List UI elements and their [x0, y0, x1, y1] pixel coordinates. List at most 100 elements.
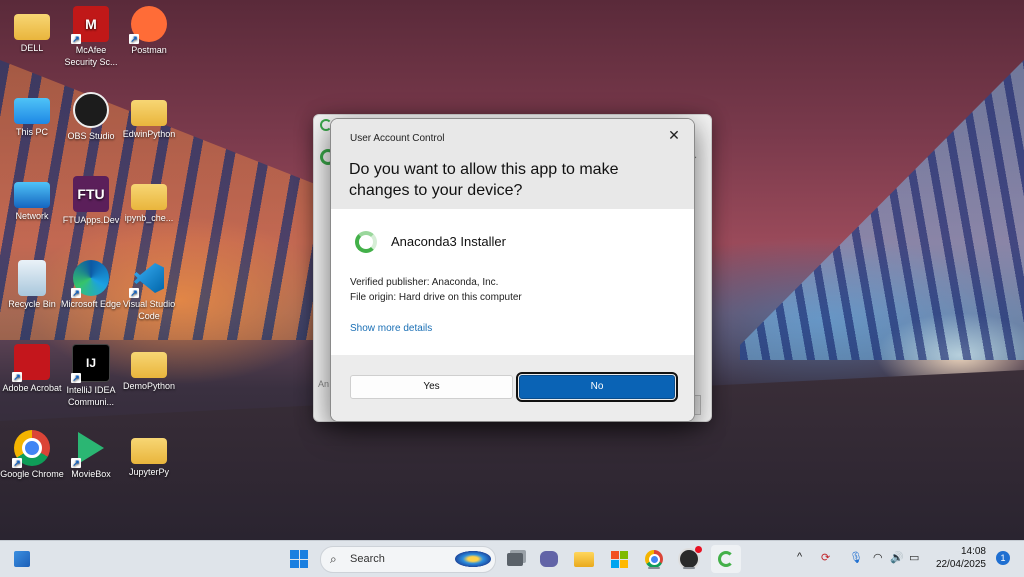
chrome-taskbar-button[interactable] [642, 547, 666, 571]
search-placeholder: Search [350, 553, 385, 565]
search-icon: ⌕ [330, 552, 337, 566]
widgets-button[interactable] [10, 547, 34, 571]
intellij-glyph: IJ [85, 356, 96, 370]
desktop-icon-this-pc[interactable]: This PC [0, 92, 64, 138]
shortcut-arrow-icon: ↗ [129, 288, 139, 298]
anaconda-taskbar-button[interactable] [711, 545, 741, 573]
file-explorer-button[interactable] [572, 547, 596, 571]
taskbar-search[interactable]: ⌕ Search [320, 546, 496, 573]
uac-question: Do you want to allow this app to make ch… [349, 161, 619, 199]
close-icon[interactable]: ✕ [664, 125, 684, 145]
desktop-icon-vscode[interactable]: ↗ Visual Studio Code [117, 260, 181, 322]
desktop-icon-label: EdwinPython [122, 129, 176, 139]
desktop-icon-ftuapps[interactable]: FTU FTUApps.Dev [59, 176, 123, 226]
uac-title: User Account Control [350, 133, 445, 144]
desktop-icon-obs-studio[interactable]: OBS Studio [59, 92, 123, 142]
desktop-icon-label: Visual Studio Code [122, 299, 176, 321]
widgets-icon [14, 551, 30, 567]
folder-icon [14, 14, 50, 40]
desktop-icon-label: DemoPython [122, 381, 176, 391]
chevron-up-icon[interactable]: ^ [797, 551, 802, 563]
desktop-icon-label: JupyterPy [128, 467, 170, 477]
microsoft-store-button[interactable] [607, 547, 631, 571]
desktop-icon-google-chrome[interactable]: ↗ Google Chrome [0, 430, 64, 480]
shortcut-arrow-icon: ↗ [129, 34, 139, 44]
anaconda-icon [718, 551, 734, 567]
microphone-icon[interactable]: 🎙 [849, 551, 863, 564]
sync-icon[interactable]: ⟳ [821, 551, 830, 564]
desktop-icon-label: Google Chrome [0, 469, 64, 479]
desktop-icon-edwinpython[interactable]: EdwinPython [117, 92, 181, 140]
show-more-details-link[interactable]: Show more details [350, 323, 432, 334]
running-indicator [683, 567, 695, 569]
desktop-icon-microsoft-edge[interactable]: ↗ Microsoft Edge [59, 260, 123, 310]
desktop-icon-label: OBS Studio [67, 131, 115, 141]
shortcut-arrow-icon: ↗ [71, 373, 81, 383]
desktop-icon-postman[interactable]: ↗ Postman [117, 6, 181, 56]
desktop-icon-network[interactable]: Network [0, 176, 64, 222]
obs-taskbar-button[interactable] [677, 546, 702, 571]
desktop-icon-ipynb[interactable]: ipynb_che... [117, 176, 181, 224]
shortcut-arrow-icon: ↗ [12, 458, 22, 468]
vscode-icon: ↗ [129, 260, 167, 298]
folder-icon [131, 100, 167, 126]
folder-icon [131, 352, 167, 378]
desktop-icon-label: IntelliJ IDEA Communi... [66, 385, 116, 407]
ftu-glyph: FTU [77, 186, 105, 202]
desktop-icon-jupyterpy[interactable]: JupyterPy [117, 430, 181, 478]
store-icon [610, 550, 628, 568]
anaconda-logo-icon [355, 231, 377, 253]
uac-dialog: User Account Control ✕ Do you want to al… [330, 118, 695, 422]
verified-publisher: Verified publisher: Anaconda, Inc. [350, 277, 499, 288]
search-highlight-icon [455, 551, 491, 567]
monitor-icon [14, 98, 50, 124]
shortcut-arrow-icon: ↗ [12, 372, 22, 382]
desktop-icon-label: Microsoft Edge [60, 299, 122, 309]
desktop-icon-intellij[interactable]: IJ ↗ IntelliJ IDEA Communi... [59, 344, 123, 408]
volume-icon[interactable]: 🔊 [890, 551, 904, 564]
battery-icon[interactable]: ▭ [909, 551, 919, 564]
desktop-icon-label: This PC [15, 127, 48, 137]
acrobat-icon: ↗ [12, 344, 50, 382]
desktop-icon-label: FTUApps.Dev [62, 215, 120, 225]
chrome-center-icon [22, 438, 42, 458]
folder-icon [131, 184, 167, 210]
desktop-icon-label: Adobe Acrobat [2, 383, 62, 393]
uac-header: User Account Control ✕ Do you want to al… [331, 119, 694, 209]
mcafee-icon: M ↗ [71, 6, 109, 44]
moviebox-icon: ↗ [71, 430, 109, 468]
windows-logo-icon [290, 550, 308, 568]
task-view-icon [507, 552, 523, 566]
desktop-icon-moviebox[interactable]: ↗ MovieBox [59, 430, 123, 480]
yes-button[interactable]: Yes [350, 375, 513, 399]
teams-chat-button[interactable] [537, 547, 561, 571]
desktop-icon-dell[interactable]: DELL [0, 6, 64, 54]
taskbar: ⌕ Search ^ ⟳ 🎙 ◠ 🔊 ▭ 14:08 22/04/2025 1 [0, 540, 1024, 577]
desktop-icon-recycle-bin[interactable]: Recycle Bin [0, 260, 64, 310]
wifi-icon[interactable]: ◠ [873, 551, 883, 564]
obs-icon [73, 92, 109, 128]
chrome-icon: ↗ [12, 430, 50, 468]
folder-icon [574, 551, 594, 567]
uac-footer: Yes No [331, 355, 694, 421]
desktop-icon-mcafee[interactable]: M ↗ McAfee Security Sc... [59, 6, 123, 68]
app-name: Anaconda3 Installer [391, 234, 506, 249]
play-triangle-icon [78, 432, 104, 464]
desktop-icon-label: DELL [20, 43, 44, 53]
postman-icon: ↗ [129, 6, 167, 44]
clock[interactable]: 14:08 22/04/2025 [936, 545, 986, 571]
desktop-icon-label: MovieBox [71, 469, 111, 479]
start-button[interactable] [287, 547, 311, 571]
no-button[interactable]: No [516, 372, 678, 402]
chrome-icon [645, 550, 663, 568]
desktop-icon-label: McAfee Security Sc... [64, 45, 118, 67]
running-indicator [648, 567, 660, 569]
task-view-button[interactable] [503, 547, 527, 571]
shortcut-arrow-icon: ↗ [71, 288, 81, 298]
notification-badge[interactable]: 1 [996, 551, 1010, 565]
desktop-icon-demopython[interactable]: DemoPython [117, 344, 181, 392]
desktop-icon-label: ipynb_che... [124, 213, 174, 223]
desktop-icon-label: Recycle Bin [8, 299, 56, 309]
recycle-bin-icon [18, 260, 46, 296]
desktop-icon-adobe-acrobat[interactable]: ↗ Adobe Acrobat [0, 344, 64, 394]
